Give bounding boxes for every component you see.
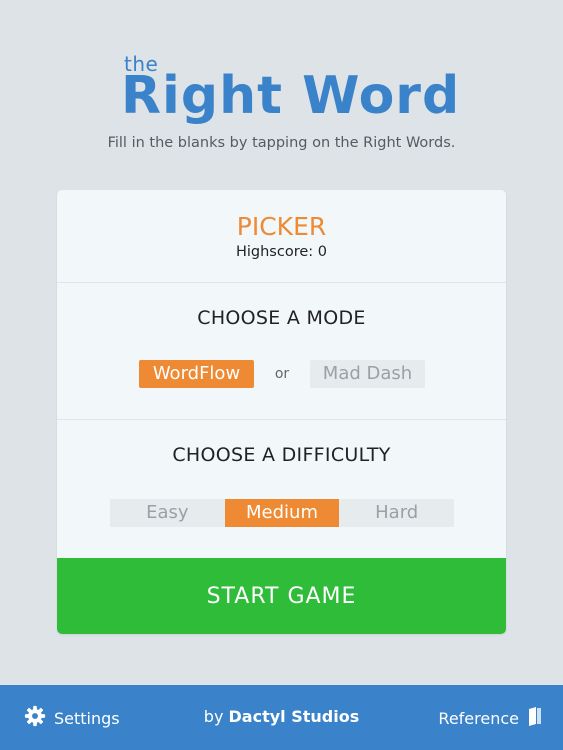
byline-prefix: by — [203, 707, 224, 726]
game-section[interactable]: PICKER Highscore: 0 — [57, 190, 506, 283]
difficulty-selector: Easy Medium Hard — [110, 499, 455, 527]
app-subtitle: Fill in the blanks by tapping on the Rig… — [107, 135, 456, 151]
mode-wordflow-button[interactable]: WordFlow — [139, 360, 254, 388]
game-name: PICKER — [236, 212, 327, 241]
book-icon — [527, 706, 543, 730]
highscore-label: Highscore: — [235, 244, 314, 260]
reference-button[interactable]: Reference — [438, 707, 543, 729]
studio-name: Dactyl Studios — [228, 707, 360, 726]
difficulty-section: CHOOSE A DIFFICULTY Easy Medium Hard — [57, 420, 506, 557]
game-setup-card: PICKER Highscore: 0 CHOOSE A MODE WordFl… — [57, 190, 506, 634]
mode-section: CHOOSE A MODE WordFlow or Mad Dash — [57, 283, 506, 420]
mode-separator: or — [274, 366, 290, 382]
footer-bar: Settings by Dactyl Studios Reference — [0, 685, 563, 750]
mode-maddash-button[interactable]: Mad Dash — [310, 360, 425, 388]
difficulty-title: CHOOSE A DIFFICULTY — [172, 444, 391, 466]
difficulty-easy-button[interactable]: Easy — [110, 499, 225, 527]
highscore: Highscore: 0 — [57, 244, 506, 260]
start-game-button[interactable]: START GAME — [57, 558, 506, 634]
highscore-value: 0 — [317, 244, 328, 260]
reference-label: Reference — [438, 708, 519, 728]
logo-title: Right Word — [121, 66, 461, 126]
difficulty-medium-button[interactable]: Medium — [224, 499, 340, 527]
mode-title: CHOOSE A MODE — [197, 307, 366, 329]
difficulty-hard-button[interactable]: Hard — [339, 499, 455, 527]
